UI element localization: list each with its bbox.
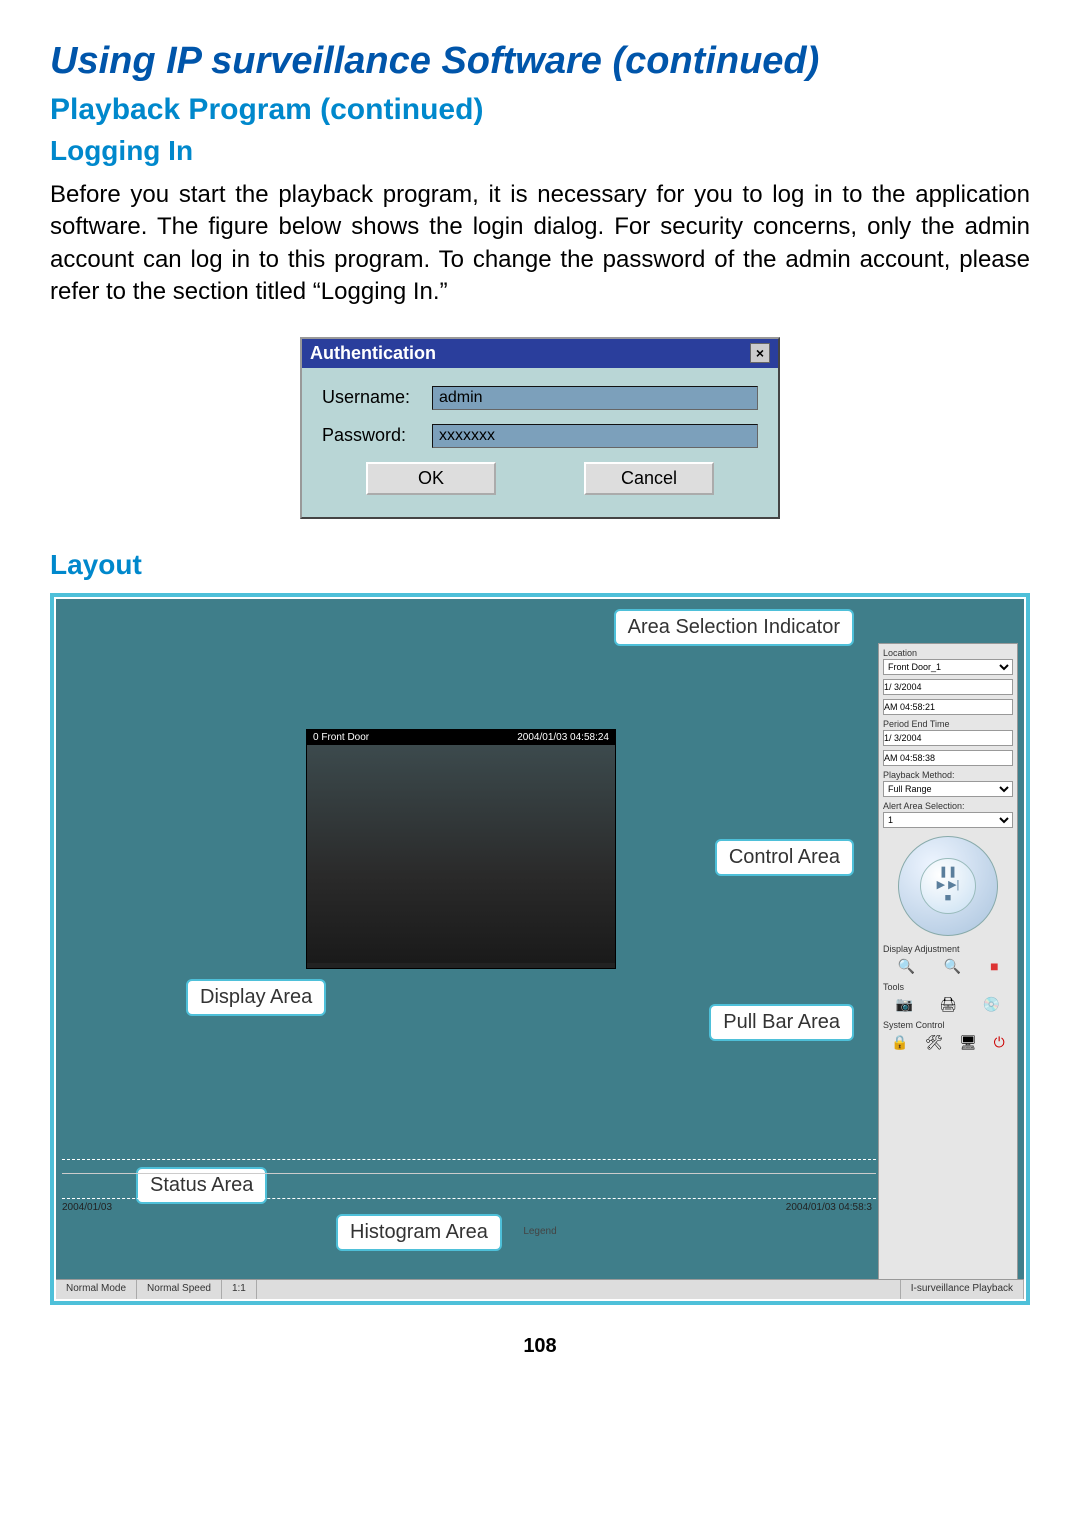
page-number: 108 bbox=[50, 1335, 1030, 1358]
section-title: Playback Program (continued) bbox=[50, 93, 1030, 127]
settings-icon[interactable]: 🛠 bbox=[925, 1034, 943, 1051]
dialog-title: Authentication bbox=[310, 343, 436, 364]
layout-figure: Area Selection Indicator Control Area Di… bbox=[50, 593, 1030, 1305]
control-panel: Location Front Door_1 Period End Time Pl… bbox=[878, 643, 1018, 1283]
playback-dial[interactable]: ❚❚ ▶ ▶| ■ bbox=[898, 836, 998, 936]
stop-icon[interactable]: ■ bbox=[945, 893, 952, 904]
period-start-date[interactable] bbox=[883, 679, 1013, 695]
callout-pull-bar: Pull Bar Area bbox=[709, 1004, 854, 1041]
callout-control-area: Control Area bbox=[715, 839, 854, 876]
histogram-legend: Legend bbox=[523, 1226, 556, 1237]
pause-icon[interactable]: ❚❚ bbox=[939, 867, 957, 878]
histogram-ts-right: 2004/01/03 04:58:3 bbox=[786, 1202, 872, 1213]
video-frame bbox=[307, 745, 615, 963]
lock-icon[interactable]: 🔒 bbox=[891, 1034, 908, 1051]
print-icon[interactable]: 🖨 bbox=[939, 996, 957, 1013]
alert-area-select[interactable]: 1 bbox=[883, 812, 1013, 828]
close-button[interactable]: × bbox=[750, 343, 770, 363]
tools-label: Tools bbox=[883, 982, 1013, 992]
body-paragraph: Before you start the playback program, i… bbox=[50, 179, 1030, 309]
status-bar: Normal Mode Normal Speed 1:1 I-surveilla… bbox=[56, 1279, 1024, 1299]
authentication-dialog: Authentication × Username: Password: OK … bbox=[300, 337, 780, 519]
period-end-time[interactable] bbox=[883, 750, 1013, 766]
status-ratio: 1:1 bbox=[222, 1280, 257, 1299]
playback-method-label: Playback Method: bbox=[883, 770, 1013, 780]
playback-method-select[interactable]: Full Range bbox=[883, 781, 1013, 797]
username-input[interactable] bbox=[432, 386, 758, 410]
subsection-logging-in: Logging In bbox=[50, 135, 1030, 167]
period-end-date[interactable] bbox=[883, 730, 1013, 746]
camera-label: 0 Front Door bbox=[313, 732, 369, 743]
histogram-ts-left: 2004/01/03 bbox=[62, 1202, 112, 1213]
camera-icon[interactable]: 📷 bbox=[896, 996, 913, 1013]
status-app: I-surveillance Playback bbox=[901, 1280, 1024, 1299]
zoom-out-icon[interactable]: 🔍 bbox=[944, 958, 961, 975]
callout-area-selection: Area Selection Indicator bbox=[614, 609, 854, 646]
callout-histogram-area: Histogram Area bbox=[336, 1214, 502, 1251]
playback-app-screenshot: Area Selection Indicator Control Area Di… bbox=[56, 599, 1024, 1299]
histogram-area[interactable] bbox=[62, 1159, 876, 1199]
zoom-in-icon[interactable]: 🔍 bbox=[897, 958, 914, 975]
display-adjustment-label: Display Adjustment bbox=[883, 944, 1013, 954]
power-icon[interactable]: ⏻ bbox=[994, 1034, 1005, 1051]
password-label: Password: bbox=[322, 425, 432, 446]
play-next-icon[interactable]: ▶ ▶| bbox=[937, 880, 960, 891]
ok-button[interactable]: OK bbox=[366, 462, 496, 495]
fit-icon[interactable]: ■ bbox=[990, 958, 998, 975]
alert-area-label: Alert Area Selection: bbox=[883, 801, 1013, 811]
video-display: 0 Front Door 2004/01/03 04:58:24 bbox=[306, 729, 616, 969]
dialog-titlebar: Authentication × bbox=[302, 339, 778, 368]
period-end-label: Period End Time bbox=[883, 719, 1013, 729]
page-title: Using IP surveillance Software (continue… bbox=[50, 40, 1030, 83]
username-label: Username: bbox=[322, 387, 432, 408]
password-input[interactable] bbox=[432, 424, 758, 448]
period-start-time[interactable] bbox=[883, 699, 1013, 715]
subsection-layout: Layout bbox=[50, 549, 1030, 581]
cancel-button[interactable]: Cancel bbox=[584, 462, 714, 495]
system-control-label: System Control bbox=[883, 1020, 1013, 1030]
monitor-icon[interactable]: 🖥 bbox=[959, 1034, 977, 1051]
status-mode: Normal Mode bbox=[56, 1280, 137, 1299]
callout-display-area: Display Area bbox=[186, 979, 326, 1016]
location-label: Location bbox=[883, 648, 1013, 658]
status-speed: Normal Speed bbox=[137, 1280, 222, 1299]
video-timestamp: 2004/01/03 04:58:24 bbox=[517, 732, 609, 743]
location-select[interactable]: Front Door_1 bbox=[883, 659, 1013, 675]
export-icon[interactable]: 💿 bbox=[983, 996, 1000, 1013]
